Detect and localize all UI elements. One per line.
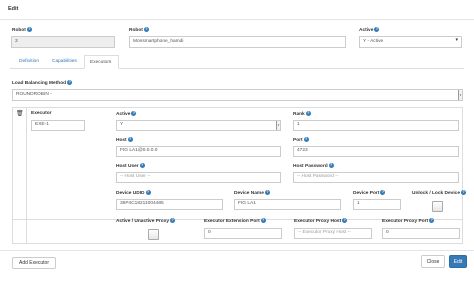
host-password-placeholder: -- Host Password -- xyxy=(297,174,339,180)
help-icon[interactable]: ? xyxy=(374,27,380,32)
add-executor-button[interactable]: Add Executor xyxy=(12,257,56,269)
tab-capabilities[interactable]: Capabilities xyxy=(52,59,77,64)
rank-label-text: Rank xyxy=(293,111,305,117)
executor-active-label-text: Active xyxy=(116,111,131,117)
device-udid-value: 35P4C18211004485 xyxy=(120,201,164,207)
modal-header xyxy=(0,0,474,20)
active-select[interactable]: Y - Active xyxy=(359,36,462,48)
device-port-value: 1 xyxy=(357,201,360,207)
robot-id-field: 3 xyxy=(11,36,115,48)
help-icon[interactable]: ? xyxy=(461,190,466,195)
close-button[interactable]: Close xyxy=(421,255,445,268)
robot-id-value: 3 xyxy=(15,38,18,44)
robot-name-label: Robot? xyxy=(129,27,149,33)
host-password-label-text: Host Password xyxy=(293,163,328,169)
port-input[interactable]: 4723 xyxy=(293,146,459,157)
host-label: Host? xyxy=(116,137,133,143)
load-balancing-label-text: Load Balancing Method xyxy=(12,80,67,86)
help-icon[interactable]: ? xyxy=(67,80,73,85)
device-port-input[interactable]: 1 xyxy=(353,199,401,210)
device-name-input[interactable]: FIG LA1 xyxy=(234,199,341,210)
device-port-label-text: Device Port xyxy=(353,190,380,196)
robot-id-label: Robot? xyxy=(12,27,32,33)
rank-value: 1 xyxy=(297,122,300,128)
executor-delete-column xyxy=(12,107,27,220)
help-icon[interactable]: ? xyxy=(303,137,309,142)
executor-input[interactable]: EXE-1 xyxy=(31,120,85,131)
device-port-label: Device Port? xyxy=(353,190,386,196)
host-user-label: Host User? xyxy=(116,163,145,169)
device-udid-input[interactable]: 35P4C18211004485 xyxy=(116,199,223,210)
robot-name-value: Monsmartphone_hamdi xyxy=(133,38,184,44)
unlock-lock-device-checkbox[interactable] xyxy=(432,201,443,212)
device-name-label: Device Name? xyxy=(234,190,270,196)
host-user-placeholder: -- Host User -- xyxy=(120,174,151,180)
port-label: Port? xyxy=(293,137,309,143)
help-icon[interactable]: ? xyxy=(328,163,334,168)
device-udid-label: Device UDID? xyxy=(116,190,151,196)
load-balancing-select[interactable]: ROUNDROBIN - ▾ xyxy=(12,89,463,101)
active-label: Active? xyxy=(359,27,380,33)
help-icon[interactable]: ? xyxy=(145,190,151,195)
unlock-lock-device-label-text: Unlock / Lock Device xyxy=(412,190,460,196)
help-icon[interactable]: ? xyxy=(264,190,270,195)
edit-button[interactable]: Edit xyxy=(449,255,467,268)
tab-bar-divider xyxy=(10,68,464,69)
port-value: 4723 xyxy=(297,148,308,154)
device-udid-label-text: Device UDID xyxy=(116,190,145,196)
host-label-text: Host xyxy=(116,137,127,143)
executor-active-label: Active? xyxy=(116,111,137,117)
executor-delete-column-bottom xyxy=(12,220,27,244)
chevron-down-icon: ▾ xyxy=(458,90,462,100)
port-label-text: Port xyxy=(293,137,303,143)
device-name-label-text: Device Name xyxy=(234,190,264,196)
help-icon[interactable]: ? xyxy=(380,190,386,195)
trash-icon[interactable]: 🗑 xyxy=(16,110,24,117)
active-label-text: Active xyxy=(359,27,374,33)
modal-title: Edit xyxy=(8,6,19,12)
executor-panel-bottom xyxy=(12,220,463,244)
help-icon[interactable]: ? xyxy=(26,27,32,32)
load-balancing-value: ROUNDROBIN - xyxy=(16,91,52,97)
host-user-input[interactable]: -- Host User -- xyxy=(116,172,281,183)
host-value: FIG LA1@0.0.0.0 xyxy=(120,148,158,154)
robot-name-label-text: Robot xyxy=(129,27,143,33)
help-icon[interactable]: ? xyxy=(305,111,311,116)
tab-definition[interactable]: Definition xyxy=(19,59,39,64)
help-icon[interactable]: ? xyxy=(127,137,133,142)
help-icon[interactable]: ? xyxy=(143,27,149,32)
modal-footer-divider xyxy=(0,250,474,251)
robot-name-input[interactable]: Monsmartphone_hamdi xyxy=(129,36,346,48)
rank-input[interactable]: 1 xyxy=(293,120,459,131)
executor-active-value: Y xyxy=(120,122,124,128)
load-balancing-label: Load Balancing Method? xyxy=(12,80,73,86)
executor-label: Executor xyxy=(31,111,52,116)
robot-id-label-text: Robot xyxy=(12,27,26,33)
active-select-value: Y - Active xyxy=(363,38,384,44)
unlock-lock-device-label: Unlock / Lock Device? xyxy=(412,190,466,196)
help-icon[interactable]: ? xyxy=(131,111,137,116)
chevron-down-icon: ▾ xyxy=(276,121,280,130)
device-name-value: FIG LA1 xyxy=(238,201,256,207)
host-user-label-text: Host User xyxy=(116,163,139,169)
host-input[interactable]: FIG LA1@0.0.0.0 xyxy=(116,146,281,157)
help-icon[interactable]: ? xyxy=(139,163,145,168)
host-password-label: Host Password? xyxy=(293,163,334,169)
host-password-input[interactable]: -- Host Password -- xyxy=(293,172,459,183)
tab-executors[interactable]: Executors xyxy=(84,55,119,69)
rank-label: Rank? xyxy=(293,111,311,117)
executor-active-select[interactable]: Y ▾ xyxy=(116,120,281,131)
executor-value: EXE-1 xyxy=(35,122,49,128)
